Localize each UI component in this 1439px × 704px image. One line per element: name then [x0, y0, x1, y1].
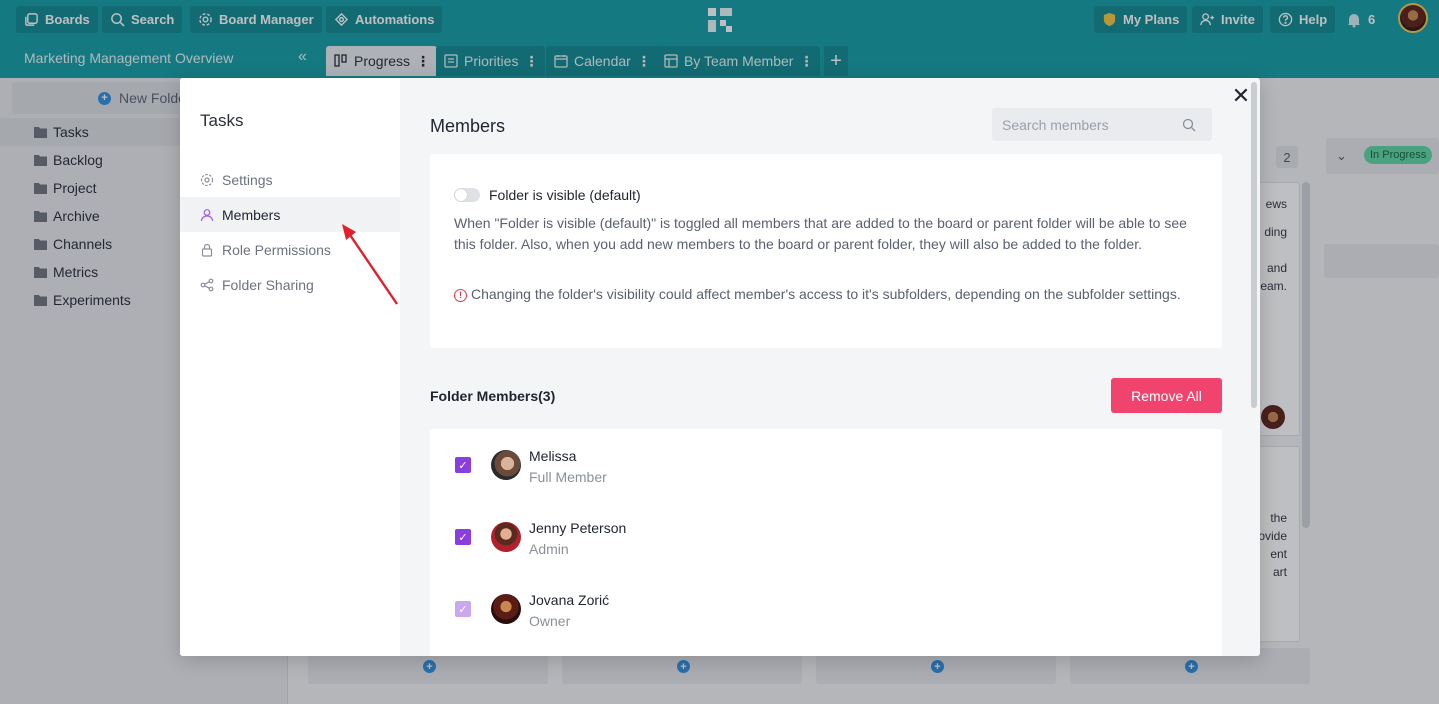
red-arrow-annotation-icon	[342, 224, 398, 305]
list-item: ✓ Jovana Zorić Owner	[430, 573, 1222, 645]
visibility-warning: ! Changing the folder's visibility could …	[454, 284, 1204, 305]
members-panel: Members Folder is visible (default) When…	[400, 78, 1260, 656]
search-icon[interactable]	[1182, 118, 1196, 132]
modal-scrollbar[interactable]	[1251, 82, 1257, 408]
modal-side-navigation: Tasks Settings Members Role Permissions …	[180, 78, 400, 656]
member-role: Owner	[529, 613, 571, 629]
remove-all-button[interactable]: Remove All	[1111, 378, 1222, 413]
member-name: Melissa	[529, 448, 577, 464]
close-icon[interactable]: ✕	[1231, 83, 1251, 108]
user-icon	[200, 208, 214, 221]
page-title: Members	[430, 116, 506, 136]
modal-nav-title: Tasks	[200, 111, 244, 130]
members-list: ✓ Melissa Full Member ✓ Jenny Peterson A…	[430, 429, 1222, 656]
member-checkbox: ✓	[455, 601, 471, 617]
modal-nav-settings[interactable]: Settings	[180, 162, 400, 197]
folder-members-title: Folder Members(3)	[430, 388, 556, 404]
modal-nav-label: Folder Sharing	[222, 276, 314, 293]
member-name: Jovana Zorić	[529, 592, 610, 608]
avatar	[491, 450, 521, 480]
member-role: Admin	[529, 541, 569, 557]
share-icon	[200, 278, 214, 291]
modal-nav-label: Members	[222, 206, 281, 223]
visibility-label: Folder is visible (default)	[489, 187, 641, 203]
visibility-description: When "Folder is visible (default)" is to…	[454, 215, 1187, 252]
member-name: Jenny Peterson	[529, 520, 627, 536]
gear-icon	[200, 173, 214, 186]
avatar	[491, 594, 521, 624]
visibility-toggle[interactable]	[454, 188, 480, 202]
search-input[interactable]	[1002, 116, 1182, 133]
lock-icon	[201, 243, 213, 257]
member-role: Full Member	[529, 469, 607, 485]
avatar	[491, 522, 521, 552]
warning-icon: !	[454, 289, 467, 302]
list-item: ✓ Jenny Peterson Admin	[430, 501, 1222, 573]
list-item: ✓ Melissa Full Member	[430, 429, 1222, 501]
modal-nav-label: Settings	[222, 171, 273, 188]
visibility-card: Folder is visible (default) When "Folder…	[430, 154, 1222, 348]
member-checkbox[interactable]: ✓	[455, 457, 471, 473]
member-checkbox[interactable]: ✓	[455, 529, 471, 545]
modal-nav-label: Role Permissions	[222, 241, 331, 258]
visibility-warning-text: Changing the folder's visibility could a…	[471, 286, 1181, 302]
folder-settings-modal: Tasks Settings Members Role Permissions …	[180, 78, 1260, 656]
search-members-box	[992, 108, 1212, 141]
